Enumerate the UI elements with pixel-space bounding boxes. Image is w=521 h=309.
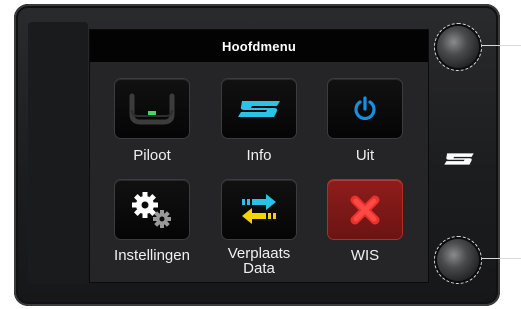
menu-tile-info[interactable] bbox=[222, 79, 296, 138]
menu-tile-wis[interactable] bbox=[328, 180, 402, 239]
brand-logo-icon bbox=[444, 153, 474, 165]
screen-title: Hoofdmenu bbox=[90, 30, 428, 62]
menu-label-wis: WIS bbox=[350, 247, 380, 264]
menu-label-verplaats-data: Verplaats Data bbox=[204, 246, 314, 276]
lower-knob-callout-line bbox=[482, 258, 521, 259]
power-icon bbox=[354, 95, 376, 120]
menu-label-data: Data bbox=[243, 260, 275, 277]
brand-logo-icon bbox=[238, 100, 280, 117]
menu-tile-instellingen[interactable] bbox=[115, 180, 189, 239]
gears-icon bbox=[132, 191, 171, 228]
menu-tile-verplaats-data[interactable] bbox=[222, 180, 296, 239]
red-x-icon bbox=[350, 195, 380, 224]
display-screen: Hoofdmenu Piloot Info Uit Instellingen V… bbox=[89, 29, 429, 283]
menu-label-uit: Uit bbox=[355, 147, 375, 164]
menu-tile-uit[interactable] bbox=[328, 79, 402, 138]
menu-label-instellingen: Instellingen bbox=[114, 247, 190, 264]
menu-label-verplaats: Verplaats bbox=[227, 245, 291, 262]
menu-label-piloot: Piloot bbox=[133, 147, 171, 164]
device-bezel-left bbox=[28, 22, 88, 284]
upper-knob-callout-line bbox=[482, 45, 521, 46]
menu-tile-piloot[interactable] bbox=[115, 79, 189, 138]
menu-label-info: Info bbox=[246, 147, 272, 164]
steering-wheel-icon bbox=[129, 93, 175, 124]
transfer-arrows-icon bbox=[242, 193, 276, 224]
upper-knob-highlight-ring bbox=[434, 23, 482, 71]
lower-knob-highlight-ring bbox=[434, 236, 482, 284]
